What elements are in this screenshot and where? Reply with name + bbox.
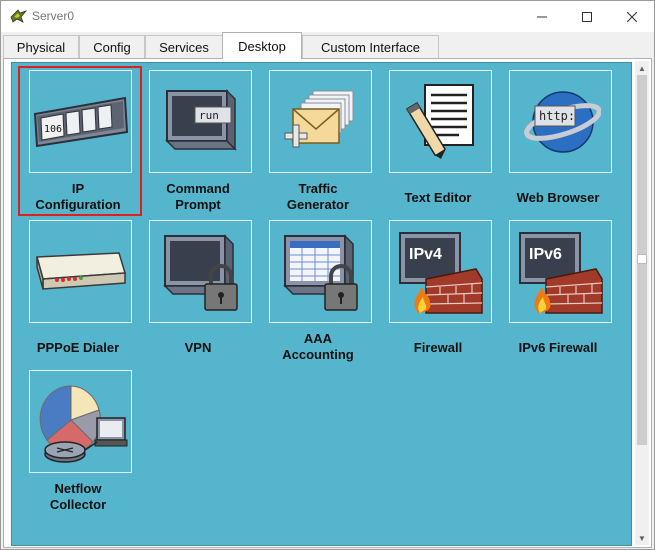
run-text: run <box>199 109 219 122</box>
app-firewall[interactable]: IPv4 Firewall <box>379 220 497 360</box>
pppoe-dialer-icon <box>35 251 126 290</box>
netflow-collector-icon <box>39 384 127 463</box>
app-tile[interactable]: http: <box>509 70 612 173</box>
maximize-icon <box>581 11 592 22</box>
window-title: Server0 <box>32 9 75 23</box>
app-label: Web Browser <box>516 190 600 205</box>
app-tile[interactable] <box>29 220 132 323</box>
ipv6-text: IPv6 <box>529 246 562 263</box>
minimize-button[interactable] <box>519 1 564 32</box>
text-editor-icon <box>405 83 474 159</box>
app-tile[interactable] <box>269 70 372 173</box>
app-pppoe-dialer[interactable]: PPPoE Dialer <box>19 220 137 360</box>
app-tile[interactable]: IPv6 <box>509 220 612 323</box>
tab-bar: Physical Config Services Desktop Custom … <box>3 32 653 59</box>
app-label: Command Prompt <box>166 181 230 212</box>
app-label: PPPoE Dialer <box>36 340 120 355</box>
desktop-panel: 106 IP Configuration run Command Prompt … <box>3 58 652 548</box>
tab-services[interactable]: Services <box>145 35 223 58</box>
title-bar[interactable]: Server0 <box>1 1 654 32</box>
app-label: Traffic Generator <box>286 181 350 212</box>
app-label: Netflow Collector <box>49 481 107 512</box>
vertical-scrollbar[interactable]: ▲ ▼ <box>635 61 649 545</box>
http-text: http: <box>539 109 575 123</box>
selection-highlight <box>18 66 142 216</box>
app-command-prompt[interactable]: run Command Prompt <box>139 70 257 212</box>
command-prompt-icon: run <box>164 88 237 151</box>
aaa-accounting-icon <box>282 233 358 311</box>
scroll-up-icon[interactable]: ▲ <box>635 61 649 75</box>
server-window: Server0 Physical Config Services Desktop… <box>0 0 655 550</box>
maximize-button[interactable] <box>564 1 609 32</box>
tab-desktop[interactable]: Desktop <box>222 32 302 59</box>
app-ipv6-firewall[interactable]: IPv6 IPv6 Firewall <box>499 220 617 360</box>
app-tile[interactable] <box>149 220 252 323</box>
web-browser-icon: http: <box>523 90 601 153</box>
ipv4-text: IPv4 <box>409 246 442 263</box>
vpn-icon <box>162 233 238 311</box>
app-aaa-accounting[interactable]: AAA Accounting <box>259 220 377 362</box>
app-netflow-collector[interactable]: Netflow Collector <box>19 370 137 512</box>
packet-tracer-icon <box>10 9 27 23</box>
app-label: Firewall <box>413 340 463 355</box>
app-label: VPN <box>184 340 212 355</box>
app-traffic-generator[interactable]: Traffic Generator <box>259 70 377 212</box>
app-tile[interactable]: IPv4 <box>389 220 492 323</box>
tab-physical[interactable]: Physical <box>3 35 79 58</box>
minimize-icon <box>536 16 547 17</box>
app-tile[interactable]: run <box>149 70 252 173</box>
app-ip-configuration[interactable]: 106 IP Configuration <box>18 66 142 216</box>
scroll-down-icon[interactable]: ▼ <box>635 531 649 545</box>
scroll-grip <box>637 254 647 264</box>
app-text-editor[interactable]: Text Editor <box>379 70 497 210</box>
firewall-icon: IPv4 <box>398 231 483 314</box>
app-vpn[interactable]: VPN <box>139 220 257 360</box>
tab-config[interactable]: Config <box>79 35 145 58</box>
app-label: IPv6 Firewall <box>518 340 598 355</box>
app-label: AAA Accounting <box>282 331 354 362</box>
traffic-generator-icon <box>284 90 353 147</box>
app-web-browser[interactable]: http: Web Browser <box>499 70 617 210</box>
app-tile[interactable] <box>269 220 372 323</box>
tab-custom-interface[interactable]: Custom Interface <box>302 35 439 58</box>
app-tile[interactable] <box>29 370 132 473</box>
app-label: Text Editor <box>404 190 472 205</box>
close-icon <box>626 11 637 22</box>
ipv6-firewall-icon: IPv6 <box>518 231 603 314</box>
app-tile[interactable] <box>389 70 492 173</box>
desktop-area: 106 IP Configuration run Command Prompt … <box>11 62 632 546</box>
close-button[interactable] <box>609 1 654 32</box>
